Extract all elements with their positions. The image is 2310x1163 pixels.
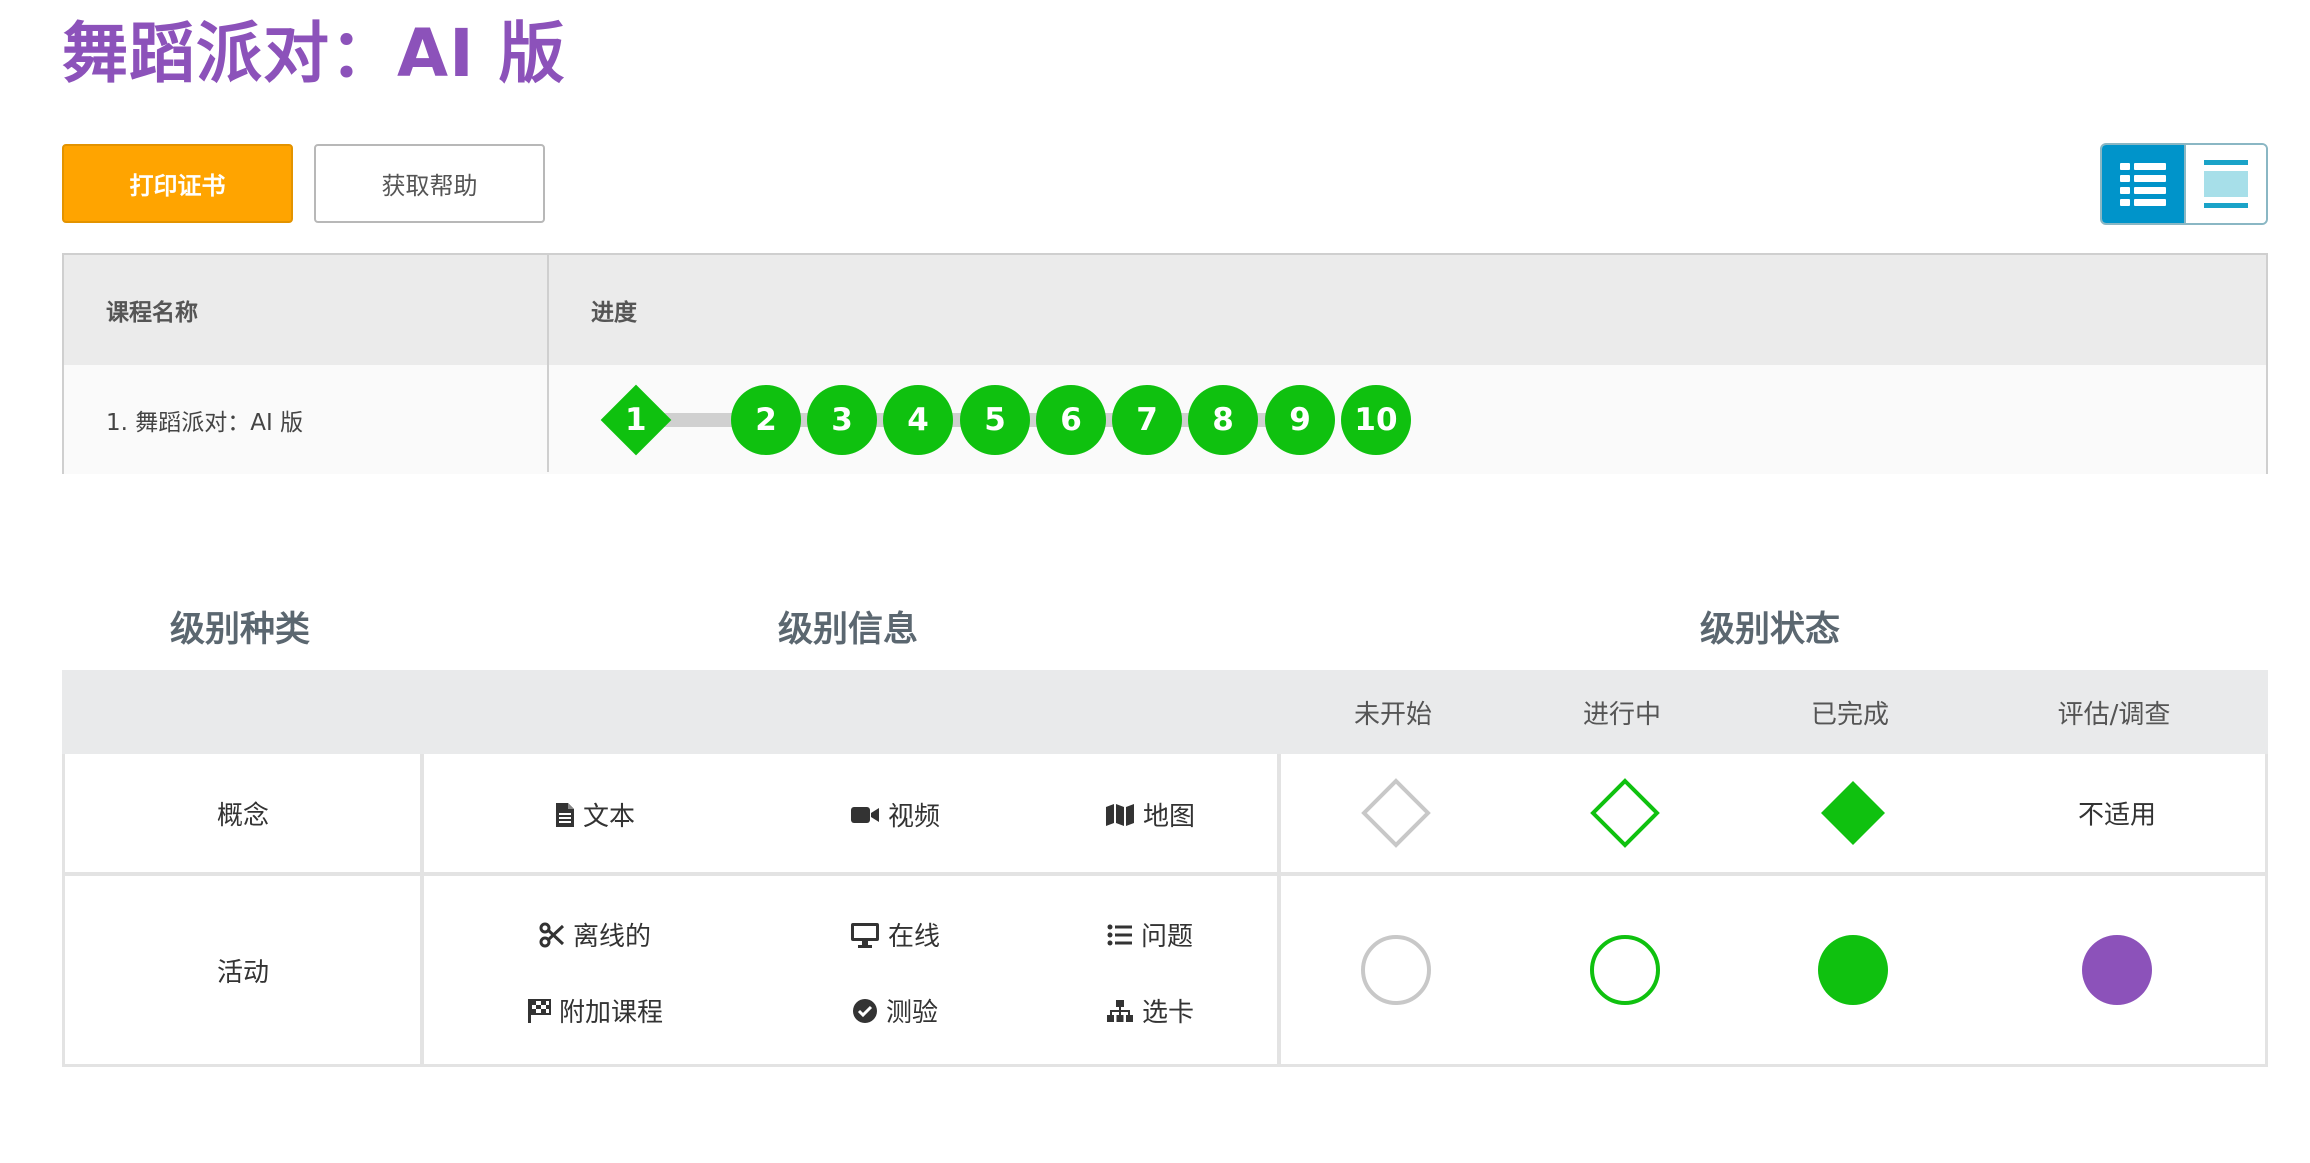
column-header-progress: 进度 [591,300,637,326]
summary-view-icon [2204,160,2248,208]
level-legend-table: 未开始 进行中 已完成 评估/调查 概念 文本 视频 地图 不适用 活动 离线的… [62,670,2268,1070]
course-name-link[interactable]: 1. 舞蹈派对：AI 版 [106,365,303,474]
info-text: 文本 [555,796,635,833]
get-help-button[interactable]: 获取帮助 [314,144,545,223]
sitemap-icon [1106,999,1133,1022]
concept-completed-icon [1817,777,1889,849]
level-bubble-9[interactable]: 9 [1265,385,1335,455]
info-offline: 离线的 [539,916,651,953]
flag-checkered-icon [527,998,551,1023]
print-certificate-button[interactable]: 打印证书 [62,144,293,223]
view-toggle [2100,143,2268,225]
detail-view-button[interactable] [2102,145,2184,223]
scissors-icon [539,922,565,947]
desktop-icon [850,922,879,948]
file-text-icon [555,802,574,827]
activity-assessment-icon [2081,934,2153,1006]
list-icon [1107,924,1132,945]
status-col-not-started: 未开始 [1353,699,1433,730]
level-type-concept: 概念 [216,800,269,831]
status-col-completed: 已完成 [1810,699,1890,730]
activity-in-progress-icon [1589,934,1661,1006]
concept-not-started-icon [1360,777,1432,849]
level-bubble-1[interactable]: 1 [600,384,672,456]
level-bubble-8[interactable]: 8 [1188,385,1258,455]
legend-heading-level-type: 级别种类 [170,610,311,650]
legend-heading-level-status: 级别状态 [1700,610,1841,650]
status-col-assessment: 评估/调查 [2057,699,2171,730]
check-circle-icon [852,998,877,1023]
legend-status-header: 未开始 进行中 已完成 评估/调查 [62,670,2268,754]
level-bubble-5[interactable]: 5 [960,385,1030,455]
level-bubble-4[interactable]: 4 [883,385,953,455]
level-bubble-7[interactable]: 7 [1112,385,1182,455]
info-bonus: 附加课程 [527,992,663,1029]
status-col-in-progress: 进行中 [1582,699,1662,730]
legend-heading-level-info: 级别信息 [778,610,919,650]
column-header-course-name: 课程名称 [106,300,198,326]
level-bubble-3[interactable]: 3 [807,385,877,455]
level-type-activity: 活动 [216,957,269,988]
info-quiz: 测验 [852,992,938,1029]
table-row: 1. 舞蹈派对：AI 版 1 2 3 4 5 6 7 8 9 10 [64,365,2266,474]
activity-completed-icon [1817,934,1889,1006]
level-bubble-2[interactable]: 2 [731,385,801,455]
map-icon [1105,803,1134,826]
page-title: 舞蹈派对：AI 版 [62,15,566,92]
info-question: 问题 [1107,916,1193,953]
legend-divider [1277,754,1281,1064]
level-bubble-6[interactable]: 6 [1036,385,1106,455]
info-map: 地图 [1105,796,1195,833]
table-header: 课程名称 进度 [64,255,2266,365]
legend-body: 概念 文本 视频 地图 不适用 活动 离线的 在线 问题 附加课程 测验 选卡 [62,754,2268,1067]
list-view-icon [2120,163,2166,206]
video-camera-icon [850,806,879,823]
info-video: 视频 [850,796,940,833]
info-choice: 选卡 [1106,992,1194,1029]
column-divider [547,255,549,472]
level-bubble-10[interactable]: 10 [1341,385,1411,455]
activity-not-started-icon [1360,934,1432,1006]
course-progress-table: 课程名称 进度 1. 舞蹈派对：AI 版 1 2 3 4 5 6 7 8 9 1… [62,253,2268,474]
concept-assessment-na: 不适用 [2077,800,2157,831]
summary-view-button[interactable] [2184,145,2266,223]
info-online: 在线 [850,916,940,953]
concept-in-progress-icon [1589,777,1661,849]
